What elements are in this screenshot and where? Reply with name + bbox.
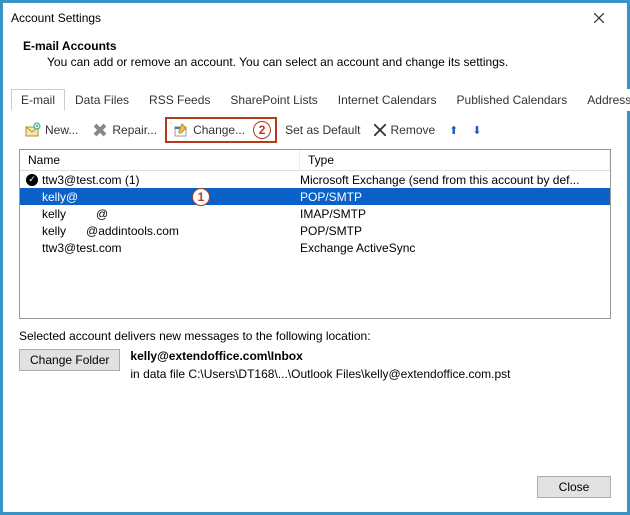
window-title: Account Settings <box>11 11 579 25</box>
header: E-mail Accounts You can add or remove an… <box>3 33 627 81</box>
dialog-buttons: Close <box>537 476 611 498</box>
account-name: kelly @addintools.com <box>42 224 179 238</box>
folder-row: Change Folder kelly@extendoffice.com\Inb… <box>19 349 611 381</box>
account-row[interactable]: kelly@ 1 POP/SMTP <box>20 188 610 205</box>
set-default-label: Set as Default <box>285 123 360 137</box>
change-icon <box>173 122 189 138</box>
account-row[interactable]: ttw3@test.com Exchange ActiveSync <box>20 239 610 256</box>
change-label: Change... <box>193 123 245 137</box>
account-type: Microsoft Exchange (send from this accou… <box>300 173 604 187</box>
close-button[interactable]: Close <box>537 476 611 498</box>
tab-internet-calendars[interactable]: Internet Calendars <box>328 89 447 111</box>
folder-path: kelly@extendoffice.com\Inbox <box>130 349 510 363</box>
account-row[interactable]: ✓ ttw3@test.com (1) Microsoft Exchange (… <box>20 171 610 188</box>
repair-icon <box>92 122 108 138</box>
callout-number-1: 1 <box>192 188 210 206</box>
change-folder-button[interactable]: Change Folder <box>19 349 120 371</box>
account-type: Exchange ActiveSync <box>300 241 604 255</box>
titlebar: Account Settings <box>3 3 627 33</box>
account-name: kelly@ <box>42 190 78 204</box>
account-type: POP/SMTP <box>300 190 604 204</box>
window-close-button[interactable] <box>579 10 619 26</box>
account-type: POP/SMTP <box>300 224 604 238</box>
repair-button[interactable]: Repair... <box>86 120 163 140</box>
move-down-button[interactable]: ⬇ <box>466 122 487 139</box>
move-up-button[interactable]: ⬆ <box>443 122 464 139</box>
arrow-up-icon: ⬆ <box>449 124 458 137</box>
account-row[interactable]: kelly @addintools.com POP/SMTP <box>20 222 610 239</box>
folder-info: kelly@extendoffice.com\Inbox in data fil… <box>130 349 510 381</box>
toolbar: ✶ New... Repair... Change... 2 S <box>3 111 627 149</box>
remove-icon <box>374 124 386 136</box>
remove-label: Remove <box>390 123 435 137</box>
account-name: kelly @ <box>42 207 108 221</box>
tab-published-calendars[interactable]: Published Calendars <box>447 89 578 111</box>
tab-email[interactable]: E-mail <box>11 89 65 111</box>
change-button[interactable]: Change... <box>171 120 247 140</box>
new-button[interactable]: ✶ New... <box>19 120 84 140</box>
default-check-icon: ✓ <box>26 174 38 186</box>
close-icon <box>594 13 604 23</box>
repair-label: Repair... <box>112 123 157 137</box>
tab-rss-feeds[interactable]: RSS Feeds <box>139 89 220 111</box>
accounts-list: Name Type ✓ ttw3@test.com (1) Microsoft … <box>19 149 611 319</box>
col-name[interactable]: Name <box>20 150 300 170</box>
new-mail-icon: ✶ <box>25 122 41 138</box>
footer-intro: Selected account delivers new messages t… <box>19 329 611 343</box>
folder-file: in data file C:\Users\DT168\...\Outlook … <box>130 367 510 381</box>
account-row[interactable]: kelly @ IMAP/SMTP <box>20 205 610 222</box>
change-callout: Change... 2 <box>165 117 277 143</box>
arrow-down-icon: ⬇ <box>472 124 481 137</box>
footer: Selected account delivers new messages t… <box>3 319 627 381</box>
account-name: ttw3@test.com (1) <box>42 173 140 187</box>
tab-data-files[interactable]: Data Files <box>65 89 139 111</box>
col-type[interactable]: Type <box>300 150 610 170</box>
list-header: Name Type <box>20 150 610 171</box>
account-settings-dialog: Account Settings E-mail Accounts You can… <box>0 0 630 515</box>
tab-address-books[interactable]: Address Books <box>577 89 630 111</box>
set-default-button[interactable]: Set as Default <box>279 121 366 139</box>
svg-text:✶: ✶ <box>34 123 39 130</box>
callout-number-2: 2 <box>253 121 271 139</box>
header-subtitle: You can add or remove an account. You ca… <box>47 55 607 69</box>
new-label: New... <box>45 123 78 137</box>
header-title: E-mail Accounts <box>23 39 607 53</box>
remove-button[interactable]: Remove <box>368 121 441 139</box>
tabstrip: E-mail Data Files RSS Feeds SharePoint L… <box>11 87 619 111</box>
tab-sharepoint-lists[interactable]: SharePoint Lists <box>220 89 327 111</box>
account-type: IMAP/SMTP <box>300 207 604 221</box>
account-name: ttw3@test.com <box>42 241 122 255</box>
